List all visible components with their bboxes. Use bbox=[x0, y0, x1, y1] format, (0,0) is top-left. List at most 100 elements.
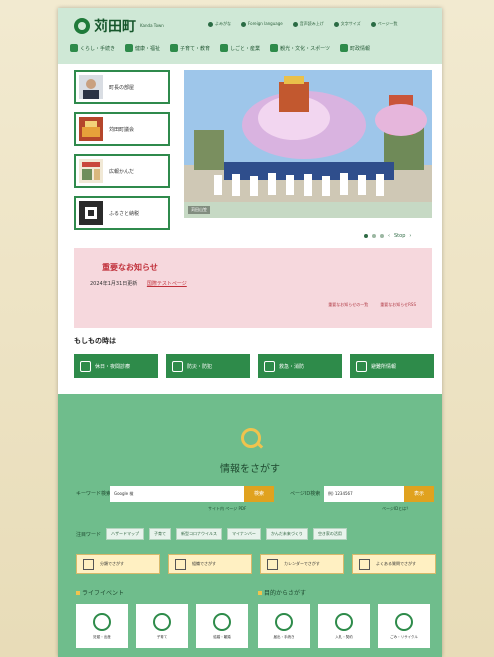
life-event-tiles: 妊娠・出産 子育て 結婚・離婚 bbox=[76, 604, 248, 648]
page-id-label: ページID検索 bbox=[290, 491, 321, 497]
util-link-voice[interactable]: 音声読み上げ bbox=[292, 21, 324, 27]
building-icon bbox=[339, 44, 348, 52]
ambulance-icon bbox=[264, 360, 275, 372]
notice-date: 2024年1月31日更新 bbox=[90, 281, 138, 287]
reading-icon bbox=[208, 21, 213, 27]
hero-section: 町長の部屋 苅田町議会 広報かんだ ふるさと納税 苅田山笠 ‹ Stop › bbox=[74, 70, 434, 240]
tag-childcare[interactable]: 子育て bbox=[149, 528, 172, 540]
keyword-search-button[interactable]: 検索 bbox=[244, 486, 274, 502]
stamp-icon bbox=[335, 612, 353, 631]
page-id-button[interactable]: 表示 bbox=[404, 486, 434, 502]
speaker-icon bbox=[292, 21, 298, 27]
tile-recycling[interactable]: ごみ・リサイクル bbox=[378, 604, 430, 648]
emergency-button-evacuation[interactable]: 避難所情報 bbox=[350, 354, 434, 378]
tile-pregnancy[interactable]: 妊娠・出産 bbox=[76, 604, 128, 648]
nav-item-government[interactable]: 町政情報 bbox=[339, 44, 370, 52]
tag-hazard-map[interactable]: ハザードマップ bbox=[106, 528, 145, 540]
purpose-title: 目的からさがす bbox=[258, 588, 306, 597]
medical-icon bbox=[80, 360, 91, 372]
tile-procedures[interactable]: 届出・手続き bbox=[258, 604, 310, 648]
bullet-icon bbox=[76, 591, 80, 595]
camera-icon bbox=[270, 44, 279, 52]
ring-icon bbox=[213, 612, 231, 631]
health-icon bbox=[125, 44, 134, 52]
logo-text: 苅田町 bbox=[94, 19, 136, 35]
side-cards: 町長の部屋 苅田町議会 広報かんだ ふるさと納税 bbox=[74, 70, 170, 238]
council-photo bbox=[79, 117, 103, 141]
search-by-category-button[interactable]: 分類でさがす bbox=[76, 554, 160, 574]
util-link-reading[interactable]: よみがな bbox=[208, 21, 231, 27]
keyword-label: キーワード検索 bbox=[76, 491, 112, 497]
website-page: 苅田町 Kanda Town よみがな Foreign language 音声読… bbox=[58, 8, 442, 657]
baby-icon bbox=[93, 612, 111, 631]
emergency-button-fire[interactable]: 救急・消防 bbox=[258, 354, 342, 378]
prev-arrow-icon[interactable]: ‹ bbox=[388, 233, 390, 239]
notice-list-link[interactable]: 重要なお知らせの一覧 bbox=[328, 302, 368, 308]
notice-rss-link[interactable]: 重要なお知らせRSS bbox=[380, 302, 416, 308]
tile-marriage[interactable]: 結婚・離婚 bbox=[196, 604, 248, 648]
shelter-icon bbox=[172, 360, 183, 372]
document-icon bbox=[275, 612, 293, 631]
search-scope-options[interactable]: サイト内 ページ PDF bbox=[208, 506, 246, 512]
child-icon bbox=[170, 44, 179, 52]
search-by-organization-button[interactable]: 組織でさがす bbox=[168, 554, 252, 574]
slide-caption: 苅田山笠 bbox=[188, 206, 210, 214]
search-by-calendar-button[interactable]: カレンダーでさがす bbox=[260, 554, 344, 574]
site-logo[interactable]: 苅田町 Kanda Town bbox=[74, 16, 164, 36]
emergency-buttons: 休日・夜間診療 防災・防犯 救急・消防 避難所情報 bbox=[74, 354, 434, 378]
notice-link[interactable]: 国際テストページ bbox=[147, 281, 187, 287]
nav-item-health[interactable]: 健康・福祉 bbox=[125, 44, 160, 52]
util-link-language[interactable]: Foreign language bbox=[241, 21, 283, 27]
emergency-button-disaster[interactable]: 防災・防犯 bbox=[166, 354, 250, 378]
child-icon bbox=[153, 612, 171, 631]
nav-item-tourism[interactable]: 観光・文化・スポーツ bbox=[270, 44, 330, 52]
util-link-fontsize[interactable]: 文字サイズ bbox=[333, 21, 361, 27]
search-section: 情報をさがす キーワード検索 Google 検 検索 ページID検索 例) 12… bbox=[58, 394, 442, 657]
emergency-button-night-clinic[interactable]: 休日・夜間診療 bbox=[74, 354, 158, 378]
hero-slideshow[interactable]: 苅田山笠 bbox=[184, 70, 432, 218]
calendar-icon bbox=[267, 558, 278, 570]
trash-icon bbox=[395, 612, 413, 631]
carousel-stop-button[interactable]: Stop bbox=[394, 233, 405, 239]
tag-vacant-house[interactable]: 空き家の活用 bbox=[312, 528, 347, 540]
evacuation-icon bbox=[356, 360, 367, 372]
list-icon bbox=[83, 558, 94, 570]
site-header: 苅田町 Kanda Town よみがな Foreign language 音声読… bbox=[58, 8, 442, 64]
logo-sub: Kanda Town bbox=[140, 23, 164, 28]
briefcase-icon bbox=[220, 44, 229, 52]
carousel-controls: ‹ Stop › bbox=[364, 233, 411, 239]
mayor-photo bbox=[79, 75, 103, 99]
bullet-icon bbox=[258, 591, 262, 595]
page-id-help-link[interactable]: ページIDとは？ bbox=[382, 506, 410, 512]
purpose-tiles: 届出・手続き 入札・契約 ごみ・リサイクル bbox=[258, 604, 430, 648]
featured-words-label: 注目ワード bbox=[76, 531, 102, 538]
card-mayor[interactable]: 町長の部屋 bbox=[74, 70, 170, 104]
hometown-tax-icon bbox=[79, 201, 103, 225]
carousel-dot-2[interactable] bbox=[372, 234, 376, 238]
search-faq-button[interactable]: よくある質問でさがす bbox=[352, 554, 436, 574]
tag-covid[interactable]: 新型コロナウイルス bbox=[176, 528, 223, 540]
page-id-input[interactable]: 例) 1234567 bbox=[324, 486, 404, 502]
tag-mynumber[interactable]: マイナンバー bbox=[227, 528, 261, 540]
nav-item-work[interactable]: しごと・産業 bbox=[220, 44, 260, 52]
card-newsletter[interactable]: 広報かんだ bbox=[74, 154, 170, 188]
next-arrow-icon[interactable]: › bbox=[409, 233, 411, 239]
util-link-sitemap[interactable]: ページ一覧 bbox=[370, 21, 398, 27]
keyword-input[interactable]: Google 検 bbox=[110, 486, 244, 502]
carousel-dot-3[interactable] bbox=[380, 234, 384, 238]
people-icon bbox=[175, 558, 186, 570]
newsletter-thumb bbox=[79, 159, 103, 183]
utility-links: よみがな Foreign language 音声読み上げ 文字サイズ ページ一覧 bbox=[208, 21, 398, 27]
globe-icon bbox=[241, 21, 246, 27]
tile-bidding[interactable]: 入札・契約 bbox=[318, 604, 370, 648]
nav-item-living[interactable]: くらし・手続き bbox=[70, 44, 115, 52]
search-title: 情報をさがす bbox=[220, 464, 280, 475]
carousel-dot-1[interactable] bbox=[364, 234, 368, 238]
text-size-icon bbox=[333, 21, 339, 27]
card-hometown-tax[interactable]: ふるさと納税 bbox=[74, 196, 170, 230]
featured-words: 注目ワード ハザードマップ 子育て 新型コロナウイルス マイナンバー かんだ未来… bbox=[76, 528, 347, 540]
nav-item-childcare[interactable]: 子育て・教育 bbox=[170, 44, 210, 52]
tag-future[interactable]: かんだ未来づくり bbox=[265, 528, 308, 540]
tile-childcare[interactable]: 子育て bbox=[136, 604, 188, 648]
card-council[interactable]: 苅田町議会 bbox=[74, 112, 170, 146]
